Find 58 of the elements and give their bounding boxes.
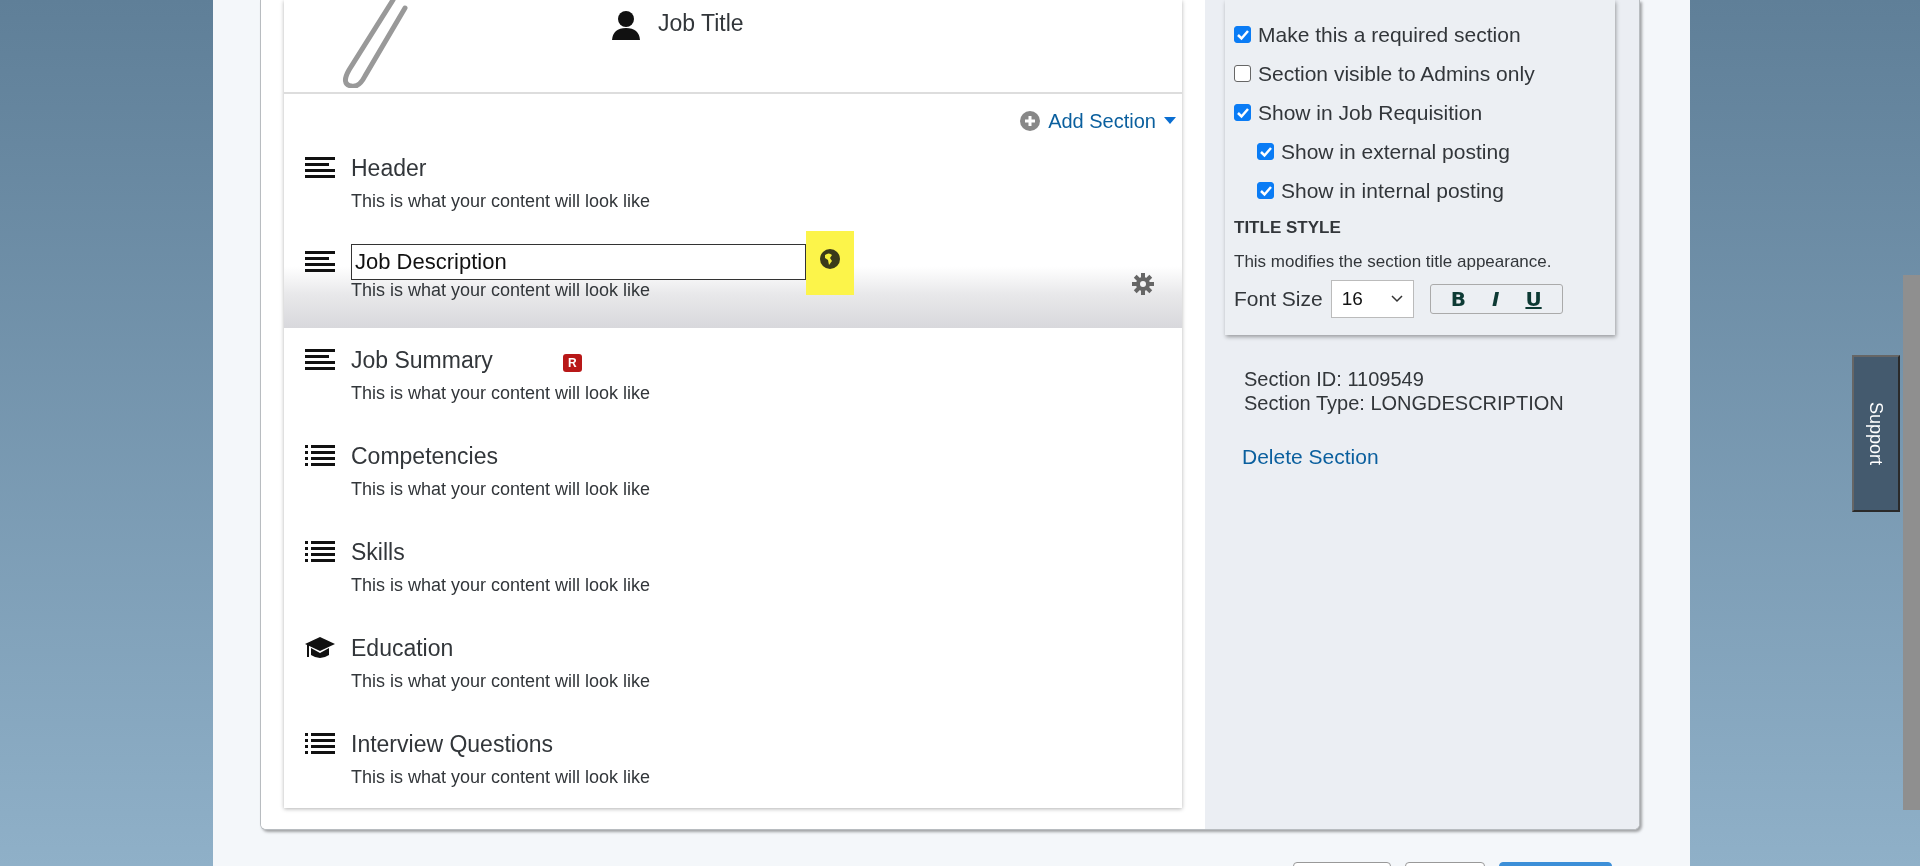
add-section-button[interactable]: Add Section	[1020, 105, 1176, 137]
checkbox-option[interactable]: Show in external posting	[1234, 132, 1615, 171]
job-title: Job Title	[658, 10, 744, 37]
section-description: This is what your content will look like	[351, 479, 651, 500]
section-title: Education	[351, 634, 454, 662]
text-lines-icon	[305, 349, 335, 371]
section-description: This is what your content will look like	[351, 383, 651, 404]
underline-button[interactable]: U	[1519, 287, 1548, 311]
section-title: Header	[351, 154, 427, 182]
globe-icon	[820, 249, 840, 269]
section-description: This is what your content will look like	[351, 191, 651, 212]
checkmark-icon	[1258, 145, 1273, 158]
checkmark-icon	[1235, 106, 1250, 119]
list-icon	[305, 541, 335, 563]
section-description: This is what your content will look like	[351, 767, 651, 788]
person-icon	[611, 10, 641, 40]
checkmark-icon	[1235, 28, 1250, 41]
caret-icon	[1164, 117, 1176, 125]
checkbox[interactable]	[1234, 26, 1251, 43]
section-description: This is what your content will look like	[351, 280, 652, 301]
checkbox-option[interactable]: Show in Job Requisition	[1234, 93, 1615, 132]
section-title: Competencies	[351, 442, 499, 470]
section-title: Interview Questions	[351, 730, 553, 758]
selected-section-row[interactable]: Job Description This is what your content will look like	[284, 233, 1182, 328]
section-description: This is what your content will look like	[351, 575, 651, 596]
checkbox-option[interactable]: Section visible to Admins only	[1234, 54, 1615, 93]
checkbox-option[interactable]: Make this a required section	[1234, 15, 1615, 54]
delete-section-link[interactable]: Delete Section	[1242, 445, 1639, 469]
title-style-heading: TITLE STYLE	[1234, 218, 1342, 238]
checkbox[interactable]	[1234, 104, 1251, 121]
list-icon	[305, 733, 335, 755]
settings-icon[interactable]	[1132, 273, 1154, 295]
bold-button[interactable]: B	[1444, 287, 1472, 311]
font-size-label: Font Size	[1234, 287, 1323, 311]
required-badge: R	[562, 354, 582, 372]
chevron-down-icon	[1390, 295, 1403, 303]
font-size-select[interactable]: 16	[1330, 280, 1414, 318]
section-description: This is what your content will look like	[351, 671, 651, 692]
title-style-description: This modifies the section title appearance.	[1234, 252, 1553, 272]
text-lines-icon	[305, 251, 335, 273]
checkmark-icon	[1258, 184, 1273, 197]
plus-circle-icon	[1020, 111, 1041, 131]
section-id: Section ID: 1109549	[1244, 367, 1425, 391]
checkbox-option[interactable]: Show in internal posting	[1234, 171, 1615, 210]
section-type: Section Type: LONGDESCRIPTION	[1244, 391, 1565, 415]
support-tab[interactable]: Support	[1852, 355, 1900, 512]
checkbox[interactable]	[1234, 65, 1251, 82]
scrollbar-thumb[interactable]	[1903, 275, 1920, 810]
section-title: Job Summary	[351, 346, 493, 374]
graduation-cap-icon	[305, 637, 335, 661]
checkbox[interactable]	[1257, 182, 1274, 199]
text-lines-icon	[305, 157, 335, 179]
list-icon	[305, 445, 335, 467]
globe-button[interactable]	[806, 231, 854, 295]
italic-button[interactable]: I	[1485, 287, 1506, 311]
checkbox[interactable]	[1257, 143, 1274, 160]
section-title: Skills	[351, 538, 405, 566]
section-title-input[interactable]: Job Description	[351, 244, 806, 280]
